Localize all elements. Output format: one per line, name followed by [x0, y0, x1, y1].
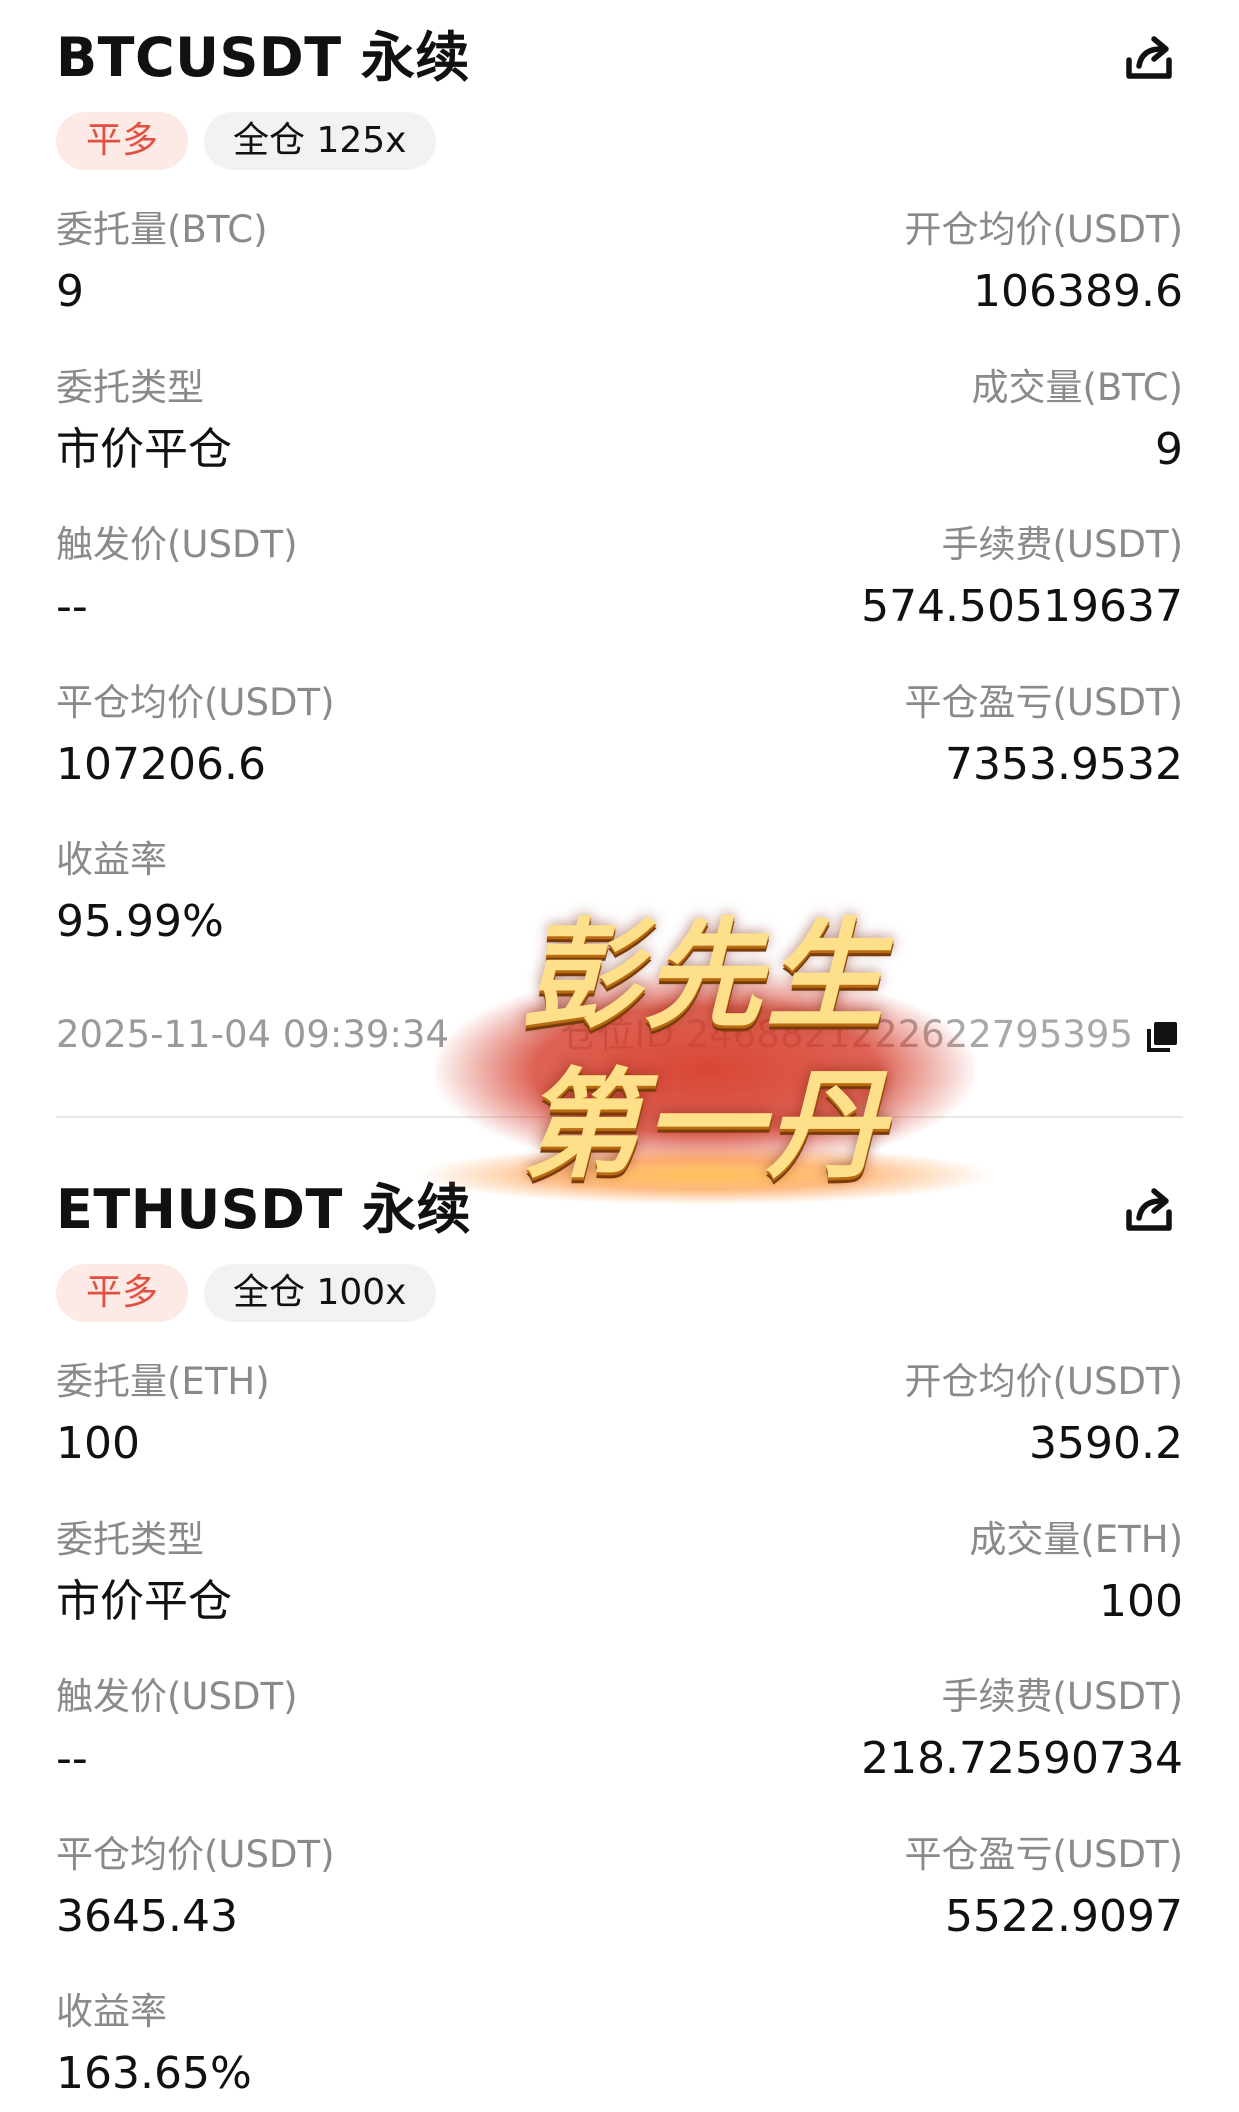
roi-value: 163.65% — [56, 2048, 252, 2099]
order-type-value: 市价平仓 — [56, 1576, 232, 1627]
filled-qty-label: 成交量(ETH) — [969, 1518, 1183, 1561]
filled-qty-field: 成交量(ETH) 100 — [623, 1518, 1183, 1628]
filled-qty-field: 成交量(BTC) 9 — [623, 366, 1183, 476]
roi-label: 收益率 — [56, 1990, 167, 2033]
trigger-price-label: 触发价(USDT) — [56, 1675, 298, 1718]
close-avg-price-value: 3645.43 — [56, 1891, 238, 1942]
roi-label: 收益率 — [56, 838, 167, 881]
order-type-field: 委托类型 市价平仓 — [56, 1518, 616, 1628]
order-qty-field: 委托量(ETH) 100 — [56, 1360, 616, 1470]
margin-leverage-tag: 全仓 125x — [204, 112, 437, 170]
order-qty-label: 委托量(ETH) — [56, 1360, 270, 1403]
open-avg-price-field: 开仓均价(USDT) 106389.6 — [623, 208, 1183, 318]
card-footer: 2025-11-04 09:39:34 仓位ID 246882122262279… — [56, 1010, 1183, 1060]
order-type-value: 市价平仓 — [56, 424, 232, 475]
fee-label: 手续费(USDT) — [941, 523, 1183, 566]
filled-qty-value: 100 — [1099, 1576, 1183, 1627]
contract-title: ETHUSDT 永续 — [56, 1178, 472, 1241]
order-qty-field: 委托量(BTC) 9 — [56, 208, 616, 318]
card-divider — [56, 1116, 1183, 1118]
open-avg-price-field: 开仓均价(USDT) 3590.2 — [623, 1360, 1183, 1470]
order-timestamp: 2025-11-04 09:39:34 — [56, 1013, 449, 1056]
close-avg-price-label: 平仓均价(USDT) — [56, 1833, 335, 1876]
close-avg-price-field: 平仓均价(USDT) 107206.6 — [56, 681, 616, 791]
close-avg-price-label: 平仓均价(USDT) — [56, 681, 335, 724]
filled-qty-label: 成交量(BTC) — [971, 366, 1183, 409]
roi-value: 95.99% — [56, 896, 224, 947]
close-pnl-value: 7353.9532 — [945, 739, 1183, 790]
fee-value: 218.72590734 — [861, 1733, 1183, 1784]
roi-field: 收益率 95.99% — [56, 838, 616, 948]
open-avg-price-label: 开仓均价(USDT) — [904, 208, 1183, 251]
fee-field: 手续费(USDT) 574.50519637 — [623, 523, 1183, 633]
card-header: BTCUSDT 永续 — [56, 28, 1183, 88]
side-tag: 平多 — [56, 1264, 189, 1322]
roi-field: 收益率 163.65% — [56, 1990, 616, 2100]
order-card-btcusdt: BTCUSDT 永续 平多 全仓 125x 委托量(BTC) 9 开仓均价(US… — [56, 0, 1183, 1118]
order-type-field: 委托类型 市价平仓 — [56, 366, 616, 476]
fee-label: 手续费(USDT) — [941, 1675, 1183, 1718]
card-header: ETHUSDT 永续 — [56, 1180, 1183, 1240]
margin-leverage-tag: 全仓 100x — [204, 1264, 437, 1322]
copy-icon[interactable] — [1145, 1020, 1179, 1054]
filled-qty-value: 9 — [1155, 424, 1183, 475]
trigger-price-label: 触发价(USDT) — [56, 523, 298, 566]
share-icon[interactable] — [1123, 1184, 1179, 1238]
order-card-ethusdt: ETHUSDT 永续 平多 全仓 100x 委托量(ETH) 100 开仓均价(… — [56, 1150, 1183, 2112]
tag-row: 平多 全仓 100x — [56, 1264, 437, 1322]
trigger-price-value: -- — [56, 1733, 88, 1784]
order-type-label: 委托类型 — [56, 1518, 204, 1561]
fee-value: 574.50519637 — [861, 581, 1183, 632]
close-pnl-value: 5522.9097 — [945, 1891, 1183, 1942]
close-avg-price-field: 平仓均价(USDT) 3645.43 — [56, 1833, 616, 1943]
position-id: 仓位ID 2468821222622795395 — [560, 1013, 1133, 1056]
close-pnl-field: 平仓盈亏(USDT) 5522.9097 — [623, 1833, 1183, 1943]
fee-field: 手续费(USDT) 218.72590734 — [623, 1675, 1183, 1785]
trigger-price-field: 触发价(USDT) -- — [56, 523, 616, 633]
order-qty-label: 委托量(BTC) — [56, 208, 268, 251]
close-pnl-label: 平仓盈亏(USDT) — [904, 681, 1183, 724]
side-tag: 平多 — [56, 112, 189, 170]
open-avg-price-label: 开仓均价(USDT) — [904, 1360, 1183, 1403]
share-icon[interactable] — [1123, 32, 1179, 86]
trigger-price-value: -- — [56, 581, 88, 632]
open-avg-price-value: 3590.2 — [1029, 1418, 1183, 1469]
order-qty-value: 9 — [56, 266, 84, 317]
open-avg-price-value: 106389.6 — [973, 266, 1183, 317]
trigger-price-field: 触发价(USDT) -- — [56, 1675, 616, 1785]
close-avg-price-value: 107206.6 — [56, 739, 266, 790]
order-qty-value: 100 — [56, 1418, 140, 1469]
order-type-label: 委托类型 — [56, 366, 204, 409]
close-pnl-field: 平仓盈亏(USDT) 7353.9532 — [623, 681, 1183, 791]
contract-title: BTCUSDT 永续 — [56, 26, 470, 89]
tag-row: 平多 全仓 125x — [56, 112, 437, 170]
close-pnl-label: 平仓盈亏(USDT) — [904, 1833, 1183, 1876]
